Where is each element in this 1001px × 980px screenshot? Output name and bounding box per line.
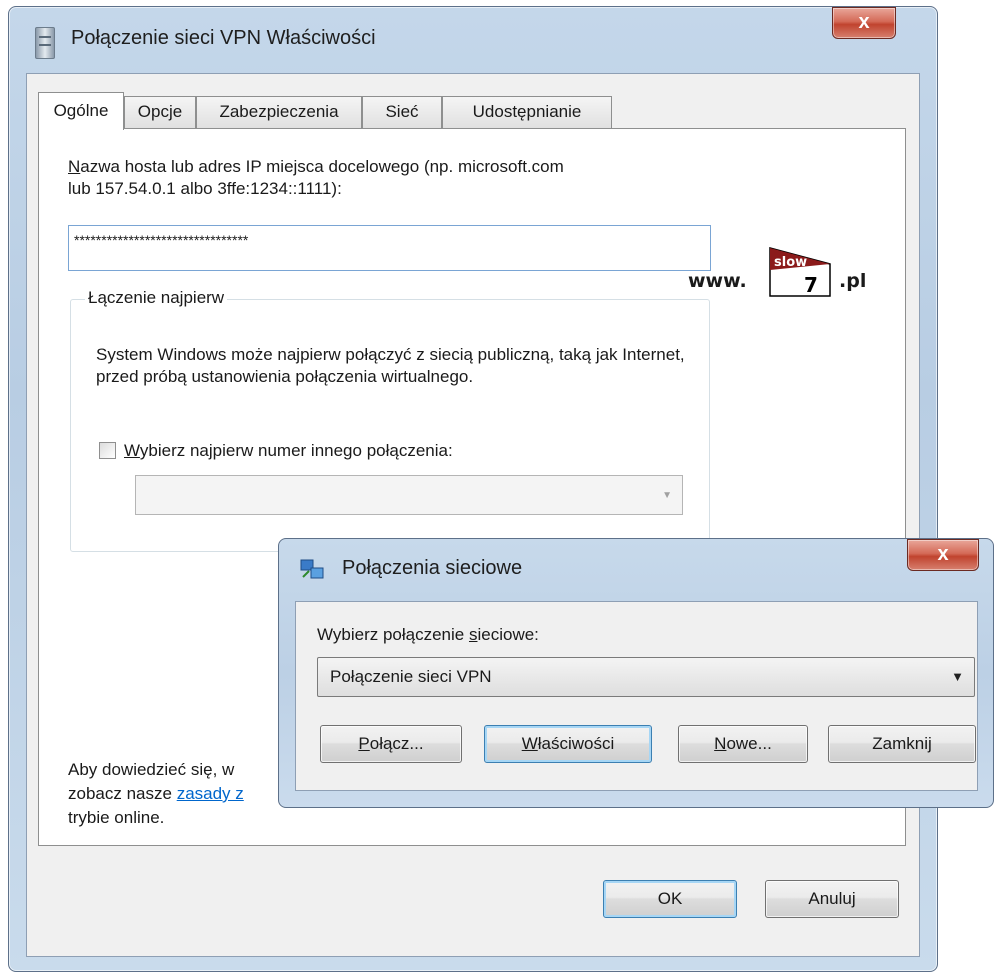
vpn-properties-window: Połączenie sieci VPN Właściwości x Ogóln…: [8, 6, 938, 972]
privacy-link[interactable]: zasady z: [177, 784, 244, 803]
watermark-logo: www. slow 7 .pl: [688, 244, 888, 304]
connect-button[interactable]: Połącz...: [320, 725, 462, 763]
window-client-area: Ogólne Opcje Zabezpieczenia Sieć Udostęp…: [26, 73, 920, 957]
ok-button[interactable]: OK: [603, 880, 737, 918]
host-label: Nazwa hosta lub adres IP miejsca docelow…: [68, 157, 564, 198]
close-button[interactable]: x: [907, 539, 979, 571]
dialog-client-area: Wybierz połączenie sieciowe: Połączenie …: [295, 601, 978, 791]
svg-text:slow: slow: [774, 255, 807, 270]
svg-text:7: 7: [804, 273, 818, 297]
chevron-down-icon: ▼: [662, 490, 672, 501]
tab-options[interactable]: Opcje: [124, 96, 196, 128]
tab-sharing[interactable]: Udostępnianie: [442, 96, 612, 128]
tab-general[interactable]: Ogólne: [38, 92, 124, 130]
cancel-button[interactable]: Anuluj: [765, 880, 899, 918]
group-description: System Windows może najpierw połączyć z …: [96, 345, 685, 386]
chevron-down-icon: ▼: [951, 669, 964, 684]
close-button[interactable]: x: [832, 7, 896, 39]
window-title: Połączenie sieci VPN Właściwości: [71, 27, 376, 49]
dial-first-checkbox[interactable]: [99, 442, 116, 459]
connection-dropdown-disabled: ▼: [135, 475, 683, 515]
tab-network[interactable]: Sieć: [362, 96, 442, 128]
dial-first-checkbox-label[interactable]: Wybierz najpierw numer innego połączenia…: [124, 441, 453, 461]
tab-security[interactable]: Zabezpieczenia: [196, 96, 362, 128]
title-bar[interactable]: Połączenie sieci VPN Właściwości: [9, 7, 937, 79]
host-address-input[interactable]: ********************************: [68, 225, 711, 271]
new-button[interactable]: Nowe...: [678, 725, 808, 763]
network-connections-window: Połączenia sieciowe x Wybierz połączenie…: [278, 538, 994, 808]
slow7-logo-icon: slow 7: [769, 247, 831, 297]
properties-button[interactable]: Właściwości: [484, 725, 652, 763]
dialog-title: Połączenia sieciowe: [342, 557, 523, 579]
close-dialog-button[interactable]: Zamknij: [828, 725, 976, 763]
group-title: Łączenie najpierw: [85, 288, 228, 308]
document-icon: [35, 27, 55, 59]
select-connection-label: Wybierz połączenie sieciowe:: [317, 625, 539, 644]
dial-first-group: Łączenie najpierw System Windows może na…: [70, 288, 710, 552]
connection-dropdown[interactable]: Połączenie sieci VPN ▼: [317, 657, 975, 697]
network-icon: [300, 559, 324, 579]
